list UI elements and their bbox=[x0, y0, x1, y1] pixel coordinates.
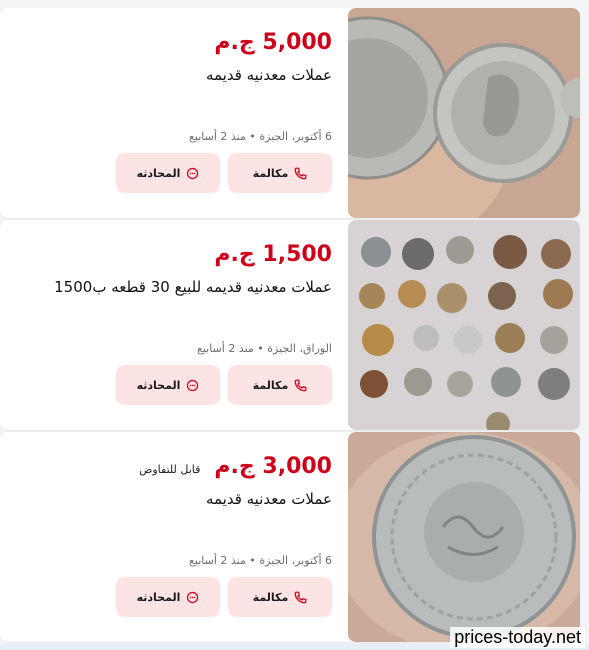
coin-collection-photo bbox=[348, 220, 580, 430]
listing-card[interactable]: 1,500 ج.م عملات معدنيه قديمه للبيع 30 قط… bbox=[0, 220, 580, 430]
listing-price: 3,000 ج.م bbox=[214, 454, 332, 479]
call-button[interactable]: مكالمة bbox=[228, 577, 332, 617]
listing-image[interactable] bbox=[348, 8, 580, 218]
listing-location-time: 6 أكتوبر، الجيزة • منذ 2 أسابيع bbox=[189, 130, 332, 143]
chat-button[interactable]: المحادثه bbox=[116, 153, 220, 193]
listing-title[interactable]: عملات معدنيه قديمه للبيع 30 قطعه ب1500 bbox=[54, 278, 332, 296]
listing-info: 3,000 ج.م قابل للتفاوض عملات معدنيه قديم… bbox=[12, 432, 332, 642]
call-button-label: مكالمة bbox=[252, 166, 289, 180]
phone-icon bbox=[294, 591, 307, 603]
chat-icon bbox=[187, 591, 199, 603]
listing-image[interactable] bbox=[348, 220, 580, 430]
listing-card[interactable]: 3,000 ج.م قابل للتفاوض عملات معدنيه قديم… bbox=[0, 432, 580, 642]
chat-button-label: المحادثه bbox=[136, 166, 181, 180]
negotiable-badge: قابل للتفاوض bbox=[139, 463, 201, 476]
call-button-label: مكالمة bbox=[252, 590, 289, 604]
listing-title[interactable]: عملات معدنيه قديمه bbox=[206, 490, 332, 508]
chat-button[interactable]: المحادثه bbox=[116, 365, 220, 405]
chat-button-label: المحادثه bbox=[136, 378, 181, 392]
listing-info: 5,000 ج.م عملات معدنيه قديمه 6 أكتوبر، ا… bbox=[12, 8, 332, 218]
listing-card[interactable]: 5,000 ج.م عملات معدنيه قديمه 6 أكتوبر، ا… bbox=[0, 8, 580, 218]
phone-icon bbox=[294, 167, 307, 179]
listing-image[interactable] bbox=[348, 432, 580, 642]
chat-button-label: المحادثه bbox=[136, 590, 181, 604]
listing-price: 1,500 ج.م bbox=[214, 242, 332, 267]
listing-info: 1,500 ج.م عملات معدنيه قديمه للبيع 30 قط… bbox=[12, 220, 332, 430]
chat-button[interactable]: المحادثه bbox=[116, 577, 220, 617]
call-button[interactable]: مكالمة bbox=[228, 365, 332, 405]
listing-location-time: 6 أكتوبر، الجيزة • منذ 2 أسابيع bbox=[189, 554, 332, 567]
arabic-coin-photo bbox=[348, 432, 580, 642]
listing-price: 5,000 ج.م bbox=[214, 30, 332, 55]
listing-location-time: الوراق، الجيزة • منذ 2 أسابيع bbox=[196, 342, 332, 355]
watermark: prices-today.net bbox=[450, 627, 585, 648]
call-button-label: مكالمة bbox=[252, 378, 289, 392]
call-button[interactable]: مكالمة bbox=[228, 153, 332, 193]
chat-icon bbox=[187, 379, 199, 391]
chat-icon bbox=[187, 167, 199, 179]
phone-icon bbox=[294, 379, 307, 391]
silver-coins-photo bbox=[348, 8, 580, 218]
listing-title[interactable]: عملات معدنيه قديمه bbox=[206, 66, 332, 84]
